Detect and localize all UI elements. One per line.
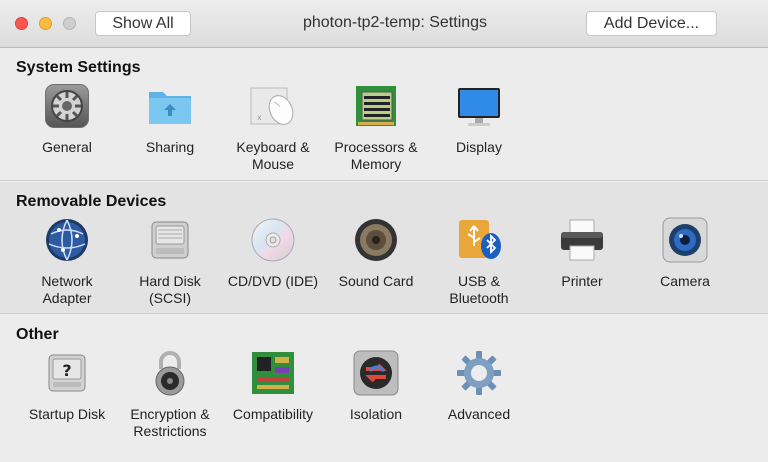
startup-disk-icon: ?	[43, 349, 91, 397]
svg-text:?: ?	[62, 361, 71, 380]
padlock-icon	[146, 349, 194, 397]
show-all-button[interactable]: Show All	[95, 11, 191, 36]
camera-icon	[661, 216, 709, 264]
settings-item-label: Network Adapter	[41, 273, 93, 306]
zoom-window-button[interactable]	[63, 17, 76, 30]
advanced-gear-icon	[455, 349, 503, 397]
settings-item-label: General	[42, 139, 92, 155]
folder-share-icon	[146, 82, 194, 130]
globe-icon	[43, 216, 91, 264]
settings-item-general[interactable]: General	[15, 82, 119, 156]
disc-icon	[249, 216, 297, 264]
settings-window: Show All photon-tp2-temp: Settings Add D…	[0, 0, 768, 462]
settings-item-label: Keyboard & Mouse	[236, 139, 310, 172]
settings-item-usb-bluetooth[interactable]: USB & Bluetooth	[427, 216, 531, 307]
keyboard-mouse-icon: x	[249, 82, 297, 130]
settings-item-isolation[interactable]: Isolation	[324, 349, 428, 423]
monitor-icon	[455, 82, 503, 130]
add-device-button[interactable]: Add Device...	[586, 11, 717, 36]
settings-item-label: CD/DVD (IDE)	[227, 273, 319, 289]
printer-icon	[558, 216, 606, 264]
settings-item-camera[interactable]: Camera	[633, 216, 737, 290]
removable-devices-section: Removable Devices Network Adapter Hard D…	[0, 182, 768, 314]
settings-item-label: Camera	[660, 273, 710, 289]
settings-item-processors-memory[interactable]: Processors & Memory	[324, 82, 428, 173]
speaker-icon	[352, 216, 400, 264]
settings-item-label: Isolation	[349, 406, 403, 422]
title-bar: Show All photon-tp2-temp: Settings Add D…	[0, 0, 768, 48]
gear-icon	[43, 82, 91, 130]
settings-item-label: Sharing	[145, 139, 195, 155]
settings-item-label: Sound Card	[338, 273, 414, 289]
minimize-window-button[interactable]	[39, 17, 52, 30]
settings-item-advanced[interactable]: Advanced	[427, 349, 531, 423]
svg-text:x: x	[257, 113, 262, 122]
settings-item-label: Advanced	[447, 406, 511, 422]
settings-item-label: Compatibility	[232, 406, 314, 422]
circuit-board-icon	[249, 349, 297, 397]
settings-item-cd-dvd[interactable]: CD/DVD (IDE)	[221, 216, 325, 290]
usb-bluetooth-icon	[455, 216, 503, 264]
settings-item-label: Processors & Memory	[334, 139, 418, 172]
settings-item-label: Startup Disk	[28, 406, 106, 422]
section-title-system-settings: System Settings	[16, 59, 141, 76]
settings-item-label: USB & Bluetooth	[449, 273, 509, 306]
isolation-icon	[352, 349, 400, 397]
section-title-removable-devices: Removable Devices	[16, 193, 167, 210]
settings-item-keyboard-mouse[interactable]: x Keyboard & Mouse	[221, 82, 325, 173]
settings-item-printer[interactable]: Printer	[530, 216, 634, 290]
settings-item-label: Printer	[561, 273, 603, 289]
settings-item-startup-disk[interactable]: ? Startup Disk	[15, 349, 119, 423]
hard-disk-icon	[146, 216, 194, 264]
settings-item-label: Display	[456, 139, 502, 155]
settings-item-sharing[interactable]: Sharing	[118, 82, 222, 156]
close-window-button[interactable]	[15, 17, 28, 30]
settings-item-display[interactable]: Display	[427, 82, 531, 156]
settings-item-compatibility[interactable]: Compatibility	[221, 349, 325, 423]
system-settings-section: System Settings General Sharing x Keyboa…	[0, 48, 768, 181]
section-title-other: Other	[16, 326, 59, 343]
settings-item-label: Encryption & Restrictions	[130, 406, 210, 439]
settings-item-label: Hard Disk (SCSI)	[139, 273, 201, 306]
settings-item-encryption[interactable]: Encryption & Restrictions	[118, 349, 222, 440]
settings-item-hard-disk[interactable]: Hard Disk (SCSI)	[118, 216, 222, 307]
chip-icon	[352, 82, 400, 130]
window-title: photon-tp2-temp: Settings	[302, 14, 488, 31]
settings-item-network-adapter[interactable]: Network Adapter	[15, 216, 119, 307]
other-section: Other ? Startup Disk Encryption & Restri…	[0, 315, 768, 462]
settings-item-sound-card[interactable]: Sound Card	[324, 216, 428, 290]
